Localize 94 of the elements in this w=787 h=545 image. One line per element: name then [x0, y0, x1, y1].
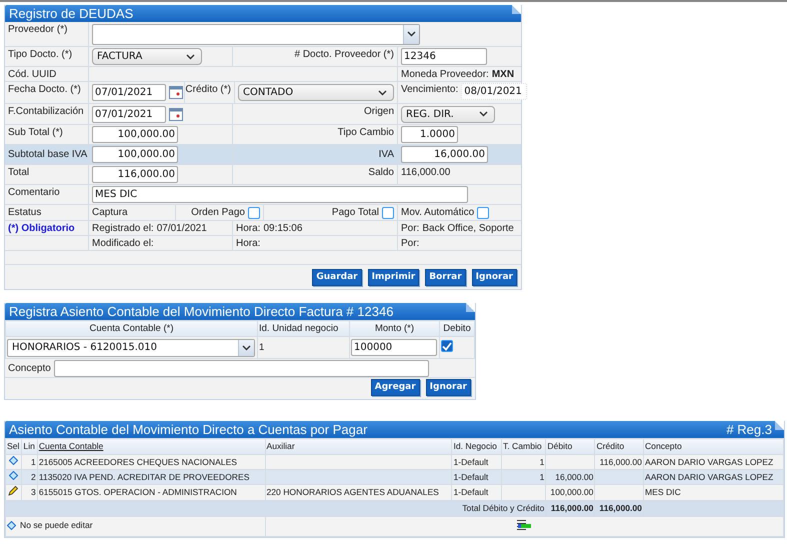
chevron-down-icon — [407, 31, 416, 37]
column-header: Sel — [6, 438, 22, 454]
column-header: Débito — [546, 438, 595, 454]
add-row-icon[interactable] — [516, 518, 532, 530]
required-note: (*) Obligatorio — [8, 222, 75, 235]
proveedor-dropdown[interactable] — [92, 24, 420, 44]
action-button[interactable]: Ignorar — [472, 269, 517, 286]
action-button[interactable]: Agregar — [370, 379, 420, 396]
field-label: F.Contabilización — [8, 105, 84, 118]
field-label: Vencimiento: — [401, 83, 458, 96]
field-label: Tipo Cambio — [338, 126, 394, 139]
action-button[interactable]: Guardar — [312, 269, 362, 286]
chevron-down-icon — [186, 54, 195, 60]
column-header: Concepto — [643, 438, 784, 454]
field-label: Comentario — [8, 186, 60, 199]
checkmark-icon — [442, 342, 452, 351]
column-header: Id. Unidad negocio — [258, 320, 350, 336]
chevron-down-icon — [479, 111, 488, 117]
column-header: T. Cambio — [501, 438, 546, 454]
field-label: Estatus — [8, 206, 42, 219]
origen-dropdown[interactable]: REG. DIR. — [401, 106, 495, 122]
checkbox[interactable] — [441, 340, 453, 352]
checkbox[interactable] — [248, 206, 260, 218]
panel-title-bar: Asiento Contable del Movimiento Directo a Cuentas por Pagar # Reg.3 — [5, 421, 784, 438]
field-value: Back Office, Soporte — [422, 222, 514, 235]
checkbox[interactable] — [477, 206, 490, 218]
column-header[interactable]: Cuenta Contable — [37, 438, 265, 454]
field-label: Por: — [401, 237, 420, 250]
action-button[interactable]: Borrar — [425, 269, 466, 286]
corner-fold-icon — [466, 303, 475, 312]
balance-value: 116,000.00 — [401, 166, 450, 179]
amount-field[interactable]: 100,000.00 — [92, 146, 178, 163]
checkbox-label: Mov. Automático — [401, 206, 474, 219]
exchange-rate-field[interactable]: 1.0000 — [401, 126, 458, 143]
column-header: Monto (*) — [350, 320, 440, 336]
credito-dropdown[interactable]: CONTADO — [238, 84, 394, 101]
field-label: Subtotal base IVA — [8, 148, 88, 161]
field-label: Hora: — [236, 237, 260, 250]
date-field[interactable]: 07/01/2021 — [92, 106, 166, 122]
amount-field[interactable]: 100000 — [351, 339, 437, 356]
field-label: Origen — [364, 105, 394, 118]
panel-title-bar: Registra Asiento Contable del Movimiento Directo Factura # 12346 — [5, 303, 475, 320]
concepto-field[interactable] — [54, 360, 429, 377]
cuenta-dropdown[interactable]: HONORARIOS - 6120015.010 — [7, 338, 255, 356]
field-value: 09:15:06 — [263, 222, 302, 235]
field-label: Fecha Docto. (*) — [8, 83, 81, 96]
field-label: Total — [8, 166, 30, 179]
calendar-icon[interactable] — [169, 108, 183, 120]
calendar-icon[interactable] — [169, 86, 183, 99]
field-label: Moneda Proveedor: — [401, 68, 489, 81]
panel-title-bar: Registro de DEUDAS — [5, 5, 521, 22]
checkbox[interactable] — [382, 206, 394, 218]
chevron-down-icon — [378, 90, 387, 96]
status-value: Captura — [92, 206, 128, 219]
field-label: Cód. UUID — [8, 68, 56, 81]
comment-field[interactable]: MES DIC — [92, 186, 468, 203]
corner-fold-icon — [512, 5, 521, 14]
column-header: Cuenta Contable (*) — [6, 320, 258, 336]
field-label: Tipo Docto. (*) — [8, 48, 72, 61]
date-field[interactable]: 07/01/2021 — [92, 84, 166, 101]
chevron-down-icon — [242, 344, 251, 350]
field-label: Crédito (*) — [185, 83, 231, 96]
amount-field[interactable]: 116,000.00 — [92, 166, 178, 183]
currency-value: MXN — [492, 68, 514, 81]
tipo-docto-dropdown[interactable]: FACTURA — [92, 48, 202, 65]
action-button[interactable]: Ignorar — [426, 379, 471, 396]
action-button[interactable]: Imprimir — [368, 269, 420, 286]
checkbox-label: Orden Pago — [191, 206, 245, 219]
field-label: Saldo — [368, 166, 394, 179]
field-label: # Docto. Proveedor (*) — [294, 48, 394, 61]
docto-proveedor-field[interactable]: 12346 — [401, 48, 487, 65]
amount-field[interactable]: 16,000.00 — [401, 146, 488, 163]
unit-value: 1 — [259, 342, 264, 353]
column-header: Id. Negocio — [452, 438, 502, 454]
record-count: # Reg.3 — [726, 421, 772, 438]
corner-fold-icon — [775, 421, 784, 430]
column-header: Crédito — [594, 438, 644, 454]
field-label: Por: — [401, 222, 420, 235]
column-header: Debito — [440, 320, 474, 336]
field-label: Modificado el: — [92, 237, 154, 250]
field-label: Sub Total (*) — [8, 126, 63, 139]
diamond-icon — [7, 521, 16, 530]
checkbox-label: Pago Total — [332, 206, 379, 219]
column-header: Lin — [22, 438, 38, 454]
field-label: IVA — [378, 148, 394, 161]
field-label: Concepto — [8, 362, 51, 375]
legend-text: No se puede editar — [20, 519, 93, 532]
date-field[interactable]: 08/01/2021 — [461, 83, 528, 100]
column-header: Auxiliar — [265, 438, 452, 454]
field-label: Registrado el: — [92, 222, 154, 235]
amount-field[interactable]: 100,000.00 — [92, 126, 178, 143]
field-label: Hora: — [236, 222, 260, 235]
field-label: Proveedor (*) — [8, 23, 68, 36]
field-value: 07/01/2021 — [156, 222, 207, 235]
